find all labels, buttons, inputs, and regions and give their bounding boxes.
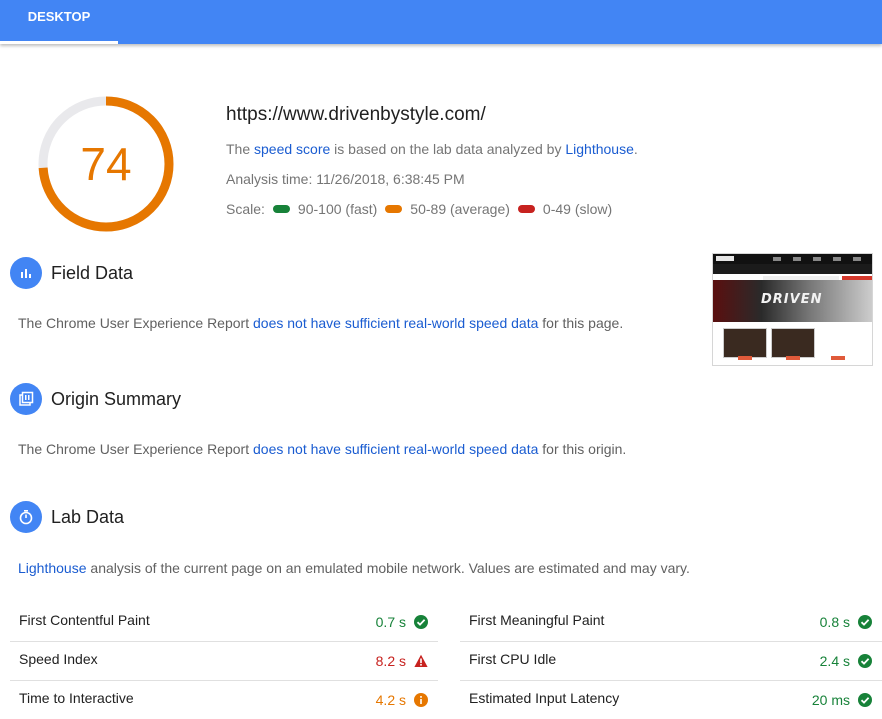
thumbnail-card-button — [831, 356, 845, 360]
score-scale: Scale: 90-100 (fast) 50-89 (average) 0-4… — [226, 201, 612, 217]
thumbnail-nav-item — [773, 257, 781, 261]
thumbnail-hero-text: DRIVEN — [761, 292, 823, 307]
top-bar: DESKTOP — [0, 0, 882, 44]
scale-slow-label: 0-49 (slow) — [542, 201, 613, 217]
origin-summary-text-prefix: The Chrome User Experience Report — [18, 441, 253, 457]
score-gauge: 74 — [36, 94, 176, 234]
metric-name: First CPU Idle — [469, 651, 557, 667]
scale-label: Scale: — [226, 201, 265, 217]
library-icon — [10, 383, 42, 415]
check-circle-icon — [858, 654, 872, 668]
thumbnail-product-card — [771, 328, 815, 358]
lab-intro-suffix: analysis of the current page on an emula… — [86, 560, 690, 576]
metric-name: First Contentful Paint — [19, 612, 150, 628]
scale-average-swatch — [385, 205, 403, 213]
thumbnail-nav-item — [793, 257, 801, 261]
check-circle-icon — [858, 693, 872, 707]
origin-summary-text-suffix: for this origin. — [538, 441, 627, 457]
metric-value: 20 ms — [811, 692, 850, 708]
field-data-text-prefix: The Chrome User Experience Report — [18, 315, 253, 331]
origin-summary-header: Origin Summary — [10, 383, 181, 415]
thumbnail-navbar — [713, 254, 872, 264]
metric-name: First Meaningful Paint — [469, 612, 605, 628]
check-circle-icon — [414, 615, 428, 629]
thumbnail-nav-item — [813, 257, 821, 261]
scale-fast-swatch — [272, 205, 290, 213]
score-value: 74 — [80, 138, 132, 190]
origin-summary-text: The Chrome User Experience Report does n… — [18, 441, 626, 457]
field-data-text-suffix: for this page. — [538, 315, 624, 331]
warning-triangle-icon — [414, 654, 428, 667]
metric-estimated-input-latency: Estimated Input Latency 20 ms — [460, 681, 882, 719]
scale-fast-label: 90-100 (fast) — [297, 201, 378, 217]
speed-suffix: . — [633, 141, 638, 157]
check-circle-icon — [858, 615, 872, 629]
thumbnail-product-card — [723, 328, 767, 358]
metric-value: 0.8 s — [819, 614, 850, 630]
metric-first-meaningful-paint: First Meaningful Paint 0.8 s — [460, 603, 882, 642]
thumbnail-card-button — [786, 356, 800, 360]
info-circle-icon — [414, 693, 428, 707]
thumbnail-logo — [716, 256, 734, 261]
thumbnail-nav-item — [833, 257, 841, 261]
metric-first-contentful-paint: First Contentful Paint 0.7 s — [10, 603, 438, 642]
origin-summary-title: Origin Summary — [51, 388, 182, 409]
lab-data-title: Lab Data — [51, 506, 125, 527]
field-data-text: The Chrome User Experience Report does n… — [18, 315, 623, 331]
metric-value: 4.2 s — [375, 692, 406, 708]
speed-score-description: The speed score is based on the lab data… — [226, 141, 638, 157]
tab-active-indicator — [0, 41, 118, 44]
metric-value: 2.4 s — [819, 653, 850, 669]
thumbnail-card-button — [738, 356, 752, 360]
speed-middle: is based on the lab data analyzed by — [330, 141, 566, 157]
speed-prefix: The — [226, 141, 255, 157]
scale-average-label: 50-89 (average) — [410, 201, 510, 217]
origin-summary-link[interactable]: does not have sufficient real-world spee… — [253, 441, 538, 457]
speed-score-link[interactable]: speed score — [254, 141, 330, 157]
metric-name: Speed Index — [19, 651, 98, 667]
metric-speed-index: Speed Index 8.2 s — [10, 642, 438, 681]
metric-time-to-interactive: Time to Interactive 4.2 s — [10, 681, 438, 719]
page-screenshot-thumbnail: DRIVEN — [712, 253, 873, 366]
thumbnail-nav-item — [853, 257, 861, 261]
analysis-time: Analysis time: 11/26/2018, 6:38:45 PM — [226, 171, 465, 187]
lab-data-header: Lab Data — [10, 501, 124, 533]
metric-name: Estimated Input Latency — [469, 690, 620, 706]
metric-name: Time to Interactive — [19, 690, 134, 706]
metric-value: 0.7 s — [375, 614, 406, 630]
bar-chart-icon — [10, 257, 42, 289]
lab-data-intro: Lighthouse analysis of the current page … — [18, 560, 690, 576]
scale-slow-swatch — [517, 205, 535, 213]
tab-desktop[interactable]: DESKTOP — [0, 0, 118, 44]
tab-desktop-label: DESKTOP — [27, 9, 91, 24]
thumbnail-subnav — [713, 264, 872, 281]
field-data-title: Field Data — [51, 262, 134, 283]
metric-value: 8.2 s — [375, 653, 406, 669]
thumbnail-hero-banner: DRIVEN — [713, 280, 872, 322]
field-data-link[interactable]: does not have sufficient real-world spee… — [253, 315, 538, 331]
lab-lighthouse-link[interactable]: Lighthouse — [18, 560, 87, 576]
field-data-header: Field Data — [10, 257, 133, 289]
stopwatch-icon — [10, 501, 42, 533]
page-url: https://www.drivenbystyle.com/ — [226, 104, 486, 125]
lighthouse-link[interactable]: Lighthouse — [565, 141, 634, 157]
metric-first-cpu-idle: First CPU Idle 2.4 s — [460, 642, 882, 681]
